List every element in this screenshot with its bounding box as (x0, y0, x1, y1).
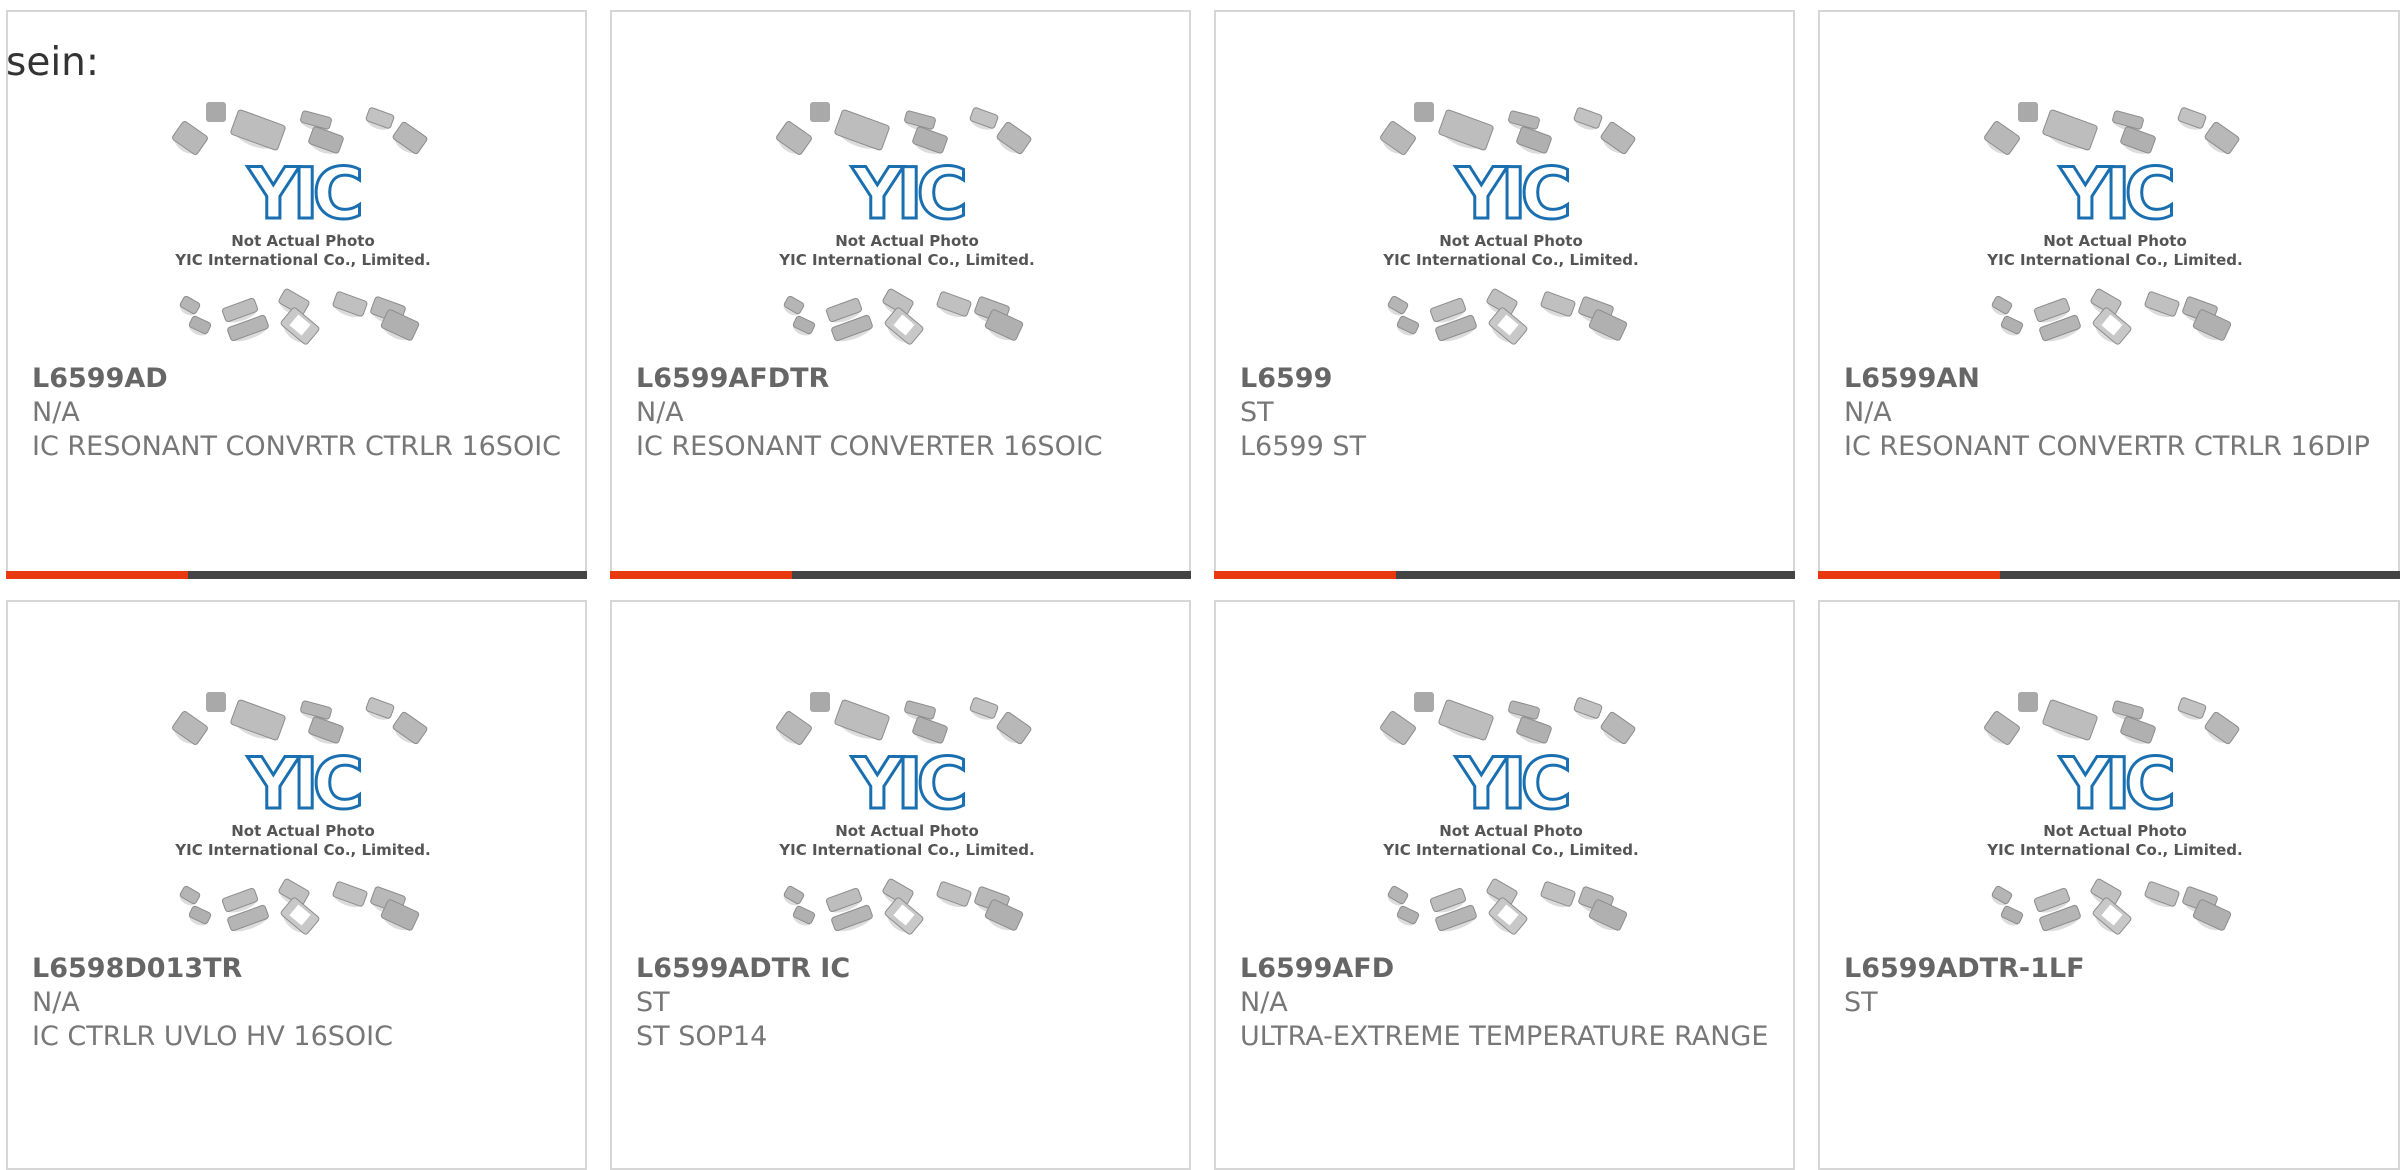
card-footer-accent (1818, 571, 2000, 579)
product-description: L6599 ST (1240, 431, 1366, 462)
product-part-number[interactable]: L6599 (1240, 362, 1769, 396)
product-image: YIC Not Actual Photo YIC International Co.… (1376, 690, 1646, 940)
card-footer-accent (6, 571, 188, 579)
product-part-number[interactable]: L6599AFDTR (636, 362, 1165, 396)
intro-text: sein: (6, 40, 100, 85)
product-part-number[interactable]: L6599AN (1844, 362, 2374, 396)
placeholder-photo-graphic: YICNot Actual PhotoYIC International Co.… (776, 692, 1035, 935)
product-manufacturer: ST (636, 987, 670, 1018)
placeholder-caption-line2: YIC International Co., Limited. (778, 841, 1034, 859)
product-description: IC RESONANT CONVERTER 16SOIC (636, 431, 1103, 462)
placeholder-caption-line1: Not Actual Photo (231, 822, 375, 840)
product-image: YIC Not Actual Photo YIC International Co.… (1376, 100, 1646, 350)
placeholder-photo-graphic: YICNot Actual PhotoYIC International Co.… (1984, 102, 2243, 345)
placeholder-caption-line1: Not Actual Photo (1439, 232, 1583, 250)
product-description: ST SOP14 (636, 1021, 768, 1052)
product-card[interactable]: YIC Not Actual Photo YIC International Co.… (1818, 600, 2400, 1170)
card-footer-accent (610, 571, 792, 579)
card-footer-bar (1214, 571, 1795, 579)
product-image: YIC Not Actual Photo YIC International Co.… (1980, 100, 2250, 350)
placeholder-caption-line1: Not Actual Photo (835, 232, 979, 250)
product-manufacturer: N/A (636, 397, 684, 428)
product-card[interactable]: YIC Not Actual Photo YIC International Co.… (6, 10, 587, 579)
placeholder-caption-line2: YIC International Co., Limited. (1382, 841, 1638, 859)
placeholder-photo-graphic: YICNot Actual PhotoYIC International Co.… (1380, 102, 1639, 345)
product-card[interactable]: YIC Not Actual Photo YIC International Co.… (1214, 600, 1795, 1170)
placeholder-caption-line2: YIC International Co., Limited. (1986, 841, 2242, 859)
placeholder-caption-line2: YIC International Co., Limited. (174, 251, 430, 269)
product-card[interactable]: YIC Not Actual Photo YIC International Co.… (610, 10, 1191, 579)
card-footer-bar (1818, 571, 2400, 579)
placeholder-caption-line2: YIC International Co., Limited. (1382, 251, 1638, 269)
product-part-number[interactable]: L6599ADTR-1LF (1844, 952, 2374, 986)
placeholder-photo-graphic: YICNot Actual PhotoYIC International Co.… (172, 692, 431, 935)
placeholder-logo: YIC (851, 153, 964, 235)
card-footer-accent (1214, 571, 1396, 579)
product-part-number[interactable]: L6599ADTR IC (636, 952, 1165, 986)
placeholder-caption-line1: Not Actual Photo (2043, 232, 2187, 250)
product-info: L6598D013TR N/A IC CTRLR UVLO HV 16SOIC (32, 952, 561, 1054)
placeholder-logo: YIC (2059, 153, 2172, 235)
placeholder-caption-line1: Not Actual Photo (835, 822, 979, 840)
product-info: L6599ADTR-1LF ST (1844, 952, 2374, 1020)
product-manufacturer: N/A (32, 987, 80, 1018)
product-image: YIC Not Actual Photo YIC International Co.… (168, 690, 438, 940)
placeholder-caption-line2: YIC International Co., Limited. (174, 841, 430, 859)
product-card[interactable]: YIC Not Actual Photo YIC International Co.… (1214, 10, 1795, 579)
placeholder-photo-graphic: YICNot Actual PhotoYIC International Co.… (776, 102, 1035, 345)
product-manufacturer: ST (1844, 987, 1878, 1018)
product-manufacturer: N/A (1240, 987, 1288, 1018)
product-info: L6599AN N/A IC RESONANT CONVERTR CTRLR 1… (1844, 362, 2374, 464)
product-description: IC RESONANT CONVERTR CTRLR 16DIP (1844, 431, 2370, 462)
product-card[interactable]: YIC Not Actual Photo YIC International Co.… (6, 600, 587, 1170)
product-image: YIC Not Actual Photo YIC International Co.… (772, 690, 1042, 940)
product-description: ULTRA-EXTREME TEMPERATURE RANGE (1240, 1021, 1769, 1052)
product-manufacturer: N/A (32, 397, 80, 428)
placeholder-caption-line1: Not Actual Photo (231, 232, 375, 250)
placeholder-logo: YIC (1455, 153, 1568, 235)
product-description: IC RESONANT CONVRTR CTRLR 16SOIC (32, 431, 562, 462)
placeholder-logo: YIC (1455, 743, 1568, 825)
placeholder-logo: YIC (247, 153, 360, 235)
placeholder-photo-graphic: YICNot Actual PhotoYIC International Co.… (172, 102, 431, 345)
placeholder-logo: YIC (247, 743, 360, 825)
product-info: L6599ADTR IC ST ST SOP14 (636, 952, 1165, 1054)
placeholder-caption-line1: Not Actual Photo (2043, 822, 2187, 840)
product-image: YIC Not Actual Photo YIC International Co.… (168, 100, 438, 350)
product-part-number[interactable]: L6599AD (32, 362, 561, 396)
placeholder-photo-graphic: YICNot Actual PhotoYIC International Co.… (1380, 692, 1639, 935)
product-description: IC CTRLR UVLO HV 16SOIC (32, 1021, 393, 1052)
placeholder-photo-graphic: YICNot Actual PhotoYIC International Co.… (1984, 692, 2243, 935)
product-part-number[interactable]: L6598D013TR (32, 952, 561, 986)
product-info: L6599AD N/A IC RESONANT CONVRTR CTRLR 16… (32, 362, 561, 464)
placeholder-logo: YIC (851, 743, 964, 825)
product-info: L6599 ST L6599 ST (1240, 362, 1769, 464)
card-footer-bar (6, 571, 587, 579)
product-image: YIC Not Actual Photo YIC International Co.… (772, 100, 1042, 350)
product-manufacturer: ST (1240, 397, 1274, 428)
placeholder-caption-line1: Not Actual Photo (1439, 822, 1583, 840)
product-card[interactable]: YIC Not Actual Photo YIC International Co.… (610, 600, 1191, 1170)
product-info: L6599AFDTR N/A IC RESONANT CONVERTER 16S… (636, 362, 1165, 464)
card-footer-bar (610, 571, 1191, 579)
product-card[interactable]: YIC Not Actual Photo YIC International Co.… (1818, 10, 2400, 579)
product-image: YIC Not Actual Photo YIC International Co.… (1980, 690, 2250, 940)
product-info: L6599AFD N/A ULTRA-EXTREME TEMPERATURE R… (1240, 952, 1769, 1054)
placeholder-logo: YIC (2059, 743, 2172, 825)
product-manufacturer: N/A (1844, 397, 1892, 428)
placeholder-caption-line2: YIC International Co., Limited. (1986, 251, 2242, 269)
product-part-number[interactable]: L6599AFD (1240, 952, 1769, 986)
placeholder-caption-line2: YIC International Co., Limited. (778, 251, 1034, 269)
